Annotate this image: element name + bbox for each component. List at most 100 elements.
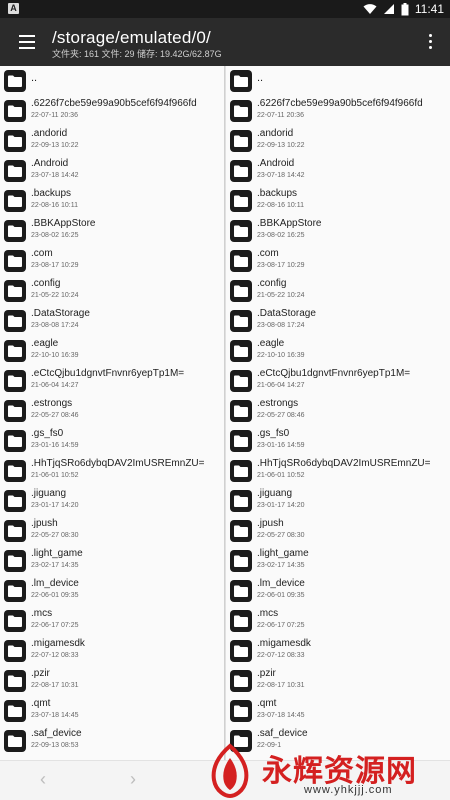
- folder-name: .qmt: [257, 698, 277, 709]
- parent-directory-row[interactable]: ..: [0, 66, 224, 96]
- folder-row[interactable]: .qmt 23-07-18 14:45: [226, 696, 450, 726]
- folder-modified-date: 22-05-27 08:46: [31, 412, 79, 419]
- app-notification-icon: A: [8, 3, 19, 14]
- folder-row[interactable]: .com 23-08-17 10:29: [0, 246, 224, 276]
- folder-modified-date: 23-08-02 16:25: [257, 232, 305, 239]
- folder-modified-date: 22-07-11 20:36: [31, 112, 78, 119]
- folder-modified-date: 23-08-08 17:24: [31, 322, 79, 329]
- folder-row[interactable]: .light_game 23-02-17 14:35: [0, 546, 224, 576]
- folder-modified-date: 21-06-01 10:52: [257, 472, 305, 479]
- folder-row[interactable]: .jpush 22-05-27 08:30: [226, 516, 450, 546]
- parent-directory-row[interactable]: ..: [226, 66, 450, 96]
- folder-row[interactable]: .light_game 23-02-17 14:35: [226, 546, 450, 576]
- folder-row[interactable]: .jiguang 23-01-17 14:20: [0, 486, 224, 516]
- left-file-pane[interactable]: .. .6226f7cbe59e99a90b5cef6f94f966fd 22-07…: [0, 66, 225, 760]
- folder-name: .com: [31, 248, 53, 259]
- folder-name: .eCtcQjbu1dgnvtFnvnr6yepTp1M=: [257, 368, 411, 379]
- folder-row[interactable]: .mcs 22-06-17 07:25: [0, 606, 224, 636]
- folder-row[interactable]: .eCtcQjbu1dgnvtFnvnr6yepTp1M= 21-06-04 14…: [0, 366, 224, 396]
- folder-icon: [4, 160, 26, 182]
- folder-row[interactable]: .jpush 22-05-27 08:30: [0, 516, 224, 546]
- folder-row[interactable]: .BBKAppStore 23-08-02 16:25: [226, 216, 450, 246]
- folder-name: .Android: [257, 158, 295, 169]
- folder-row[interactable]: .com 23-08-17 10:29: [226, 246, 450, 276]
- folder-row[interactable]: .estrongs 22-05-27 08:46: [226, 396, 450, 426]
- folder-row[interactable]: .pzir 22-08-17 10:31: [0, 666, 224, 696]
- folder-name: .gs_fs0: [31, 428, 64, 439]
- folder-row[interactable]: .DataStorage 23-08-08 17:24: [0, 306, 224, 336]
- folder-name: .andorid: [257, 128, 294, 139]
- folder-row[interactable]: .estrongs 22-05-27 08:46: [0, 396, 224, 426]
- folder-row[interactable]: .eagle 22-10-10 16:39: [226, 336, 450, 366]
- folder-row[interactable]: .eagle 22-10-10 16:39: [0, 336, 224, 366]
- folder-modified-date: 23-08-08 17:24: [257, 322, 305, 329]
- folder-icon: [4, 400, 26, 422]
- folder-modified-date: 22-10-10 16:39: [257, 352, 305, 359]
- folder-row[interactable]: .gs_fs0 23-01-16 14:59: [226, 426, 450, 456]
- folder-modified-date: 22-09-13 08:53: [31, 742, 79, 749]
- folder-row[interactable]: .backups 22-08-16 10:11: [226, 186, 450, 216]
- folder-icon: [4, 460, 26, 482]
- clock: 11:41: [414, 2, 444, 16]
- folder-row[interactable]: .Android 23-07-18 14:42: [0, 156, 224, 186]
- folder-name: .DataStorage: [31, 308, 90, 319]
- folder-row[interactable]: .config 21-05-22 10:24: [0, 276, 224, 306]
- folder-row[interactable]: .eCtcQjbu1dgnvtFnvnr6yepTp1M= 21-06-04 14…: [226, 366, 450, 396]
- folder-row[interactable]: .gs_fs0 23-01-16 14:59: [0, 426, 224, 456]
- folder-icon: [4, 250, 26, 272]
- folder-row[interactable]: .saf_device 22-09-13 08:53: [0, 726, 224, 756]
- folder-row[interactable]: .6226f7cbe59e99a90b5cef6f94f966fd 22-07-1…: [0, 96, 224, 126]
- folder-modified-date: 22-05-27 08:46: [257, 412, 305, 419]
- folder-name: .jiguang: [257, 488, 293, 499]
- folder-icon: [230, 640, 252, 662]
- folder-modified-date: 22-07-12 08:33: [257, 652, 305, 659]
- folder-row[interactable]: .backups 22-08-16 10:11: [0, 186, 224, 216]
- folder-modified-date: 23-01-17 14:20: [31, 502, 79, 509]
- folder-modified-date: 23-07-18 14:42: [257, 172, 305, 179]
- folder-icon: [4, 550, 26, 572]
- folder-row[interactable]: .lm_device 22-06-01 09:35: [0, 576, 224, 606]
- watermark: 永辉资源网 www.yhkjjj.com: [200, 742, 450, 800]
- folder-icon: [4, 70, 26, 92]
- right-file-pane[interactable]: .. .6226f7cbe59e99a90b5cef6f94f966fd 22-07…: [225, 66, 450, 760]
- folder-row[interactable]: .jiguang 23-01-17 14:20: [226, 486, 450, 516]
- folder-modified-date: 21-06-04 14:27: [257, 382, 305, 389]
- folder-icon: [4, 730, 26, 752]
- folder-row[interactable]: .migamesdk 22-07-12 08:33: [226, 636, 450, 666]
- watermark-url: www.yhkjjj.com: [304, 784, 393, 796]
- folder-row[interactable]: .Android 23-07-18 14:42: [226, 156, 450, 186]
- back-arrow-button[interactable]: ‹: [40, 769, 46, 790]
- folder-name: .HhTjqSRo6dybqDAV2ImUSREmnZU=: [31, 458, 205, 469]
- folder-row[interactable]: .DataStorage 23-08-08 17:24: [226, 306, 450, 336]
- folder-name: .eagle: [257, 338, 285, 349]
- folder-icon: [230, 550, 252, 572]
- folder-row[interactable]: .HhTjqSRo6dybqDAV2ImUSREmnZU= 21-06-01 10…: [0, 456, 224, 486]
- folder-row[interactable]: .HhTjqSRo6dybqDAV2ImUSREmnZU= 21-06-01 10…: [226, 456, 450, 486]
- folder-row[interactable]: .lm_device 22-06-01 09:35: [226, 576, 450, 606]
- menu-button[interactable]: [14, 30, 40, 54]
- folder-row[interactable]: .andorid 22-09-13 10:22: [0, 126, 224, 156]
- forward-arrow-button[interactable]: ›: [130, 769, 136, 790]
- status-bar: A 11:41: [0, 0, 450, 18]
- folder-row[interactable]: .migamesdk 22-07-12 08:33: [0, 636, 224, 666]
- folder-name: .6226f7cbe59e99a90b5cef6f94f966fd: [257, 98, 423, 109]
- more-vert-icon: [428, 34, 432, 37]
- folder-icon: [4, 370, 26, 392]
- folder-name: .pzir: [31, 668, 50, 679]
- folder-name: .eagle: [31, 338, 59, 349]
- folder-name: .light_game: [31, 548, 83, 559]
- folder-name: .config: [257, 278, 287, 289]
- folder-row[interactable]: .qmt 23-07-18 14:45: [0, 696, 224, 726]
- more-options-button[interactable]: [424, 34, 436, 52]
- folder-modified-date: 22-08-16 10:11: [257, 202, 304, 209]
- folder-row[interactable]: .mcs 22-06-17 07:25: [226, 606, 450, 636]
- folder-name: .saf_device: [31, 728, 82, 739]
- folder-modified-date: 23-02-17 14:35: [257, 562, 305, 569]
- folder-row[interactable]: .BBKAppStore 23-08-02 16:25: [0, 216, 224, 246]
- folder-row[interactable]: .andorid 22-09-13 10:22: [226, 126, 450, 156]
- folder-row[interactable]: .config 21-05-22 10:24: [226, 276, 450, 306]
- folder-row[interactable]: .pzir 22-08-17 10:31: [226, 666, 450, 696]
- folder-row[interactable]: .6226f7cbe59e99a90b5cef6f94f966fd 22-07-1…: [226, 96, 450, 126]
- folder-icon: [230, 430, 252, 452]
- folder-name: .light_game: [257, 548, 309, 559]
